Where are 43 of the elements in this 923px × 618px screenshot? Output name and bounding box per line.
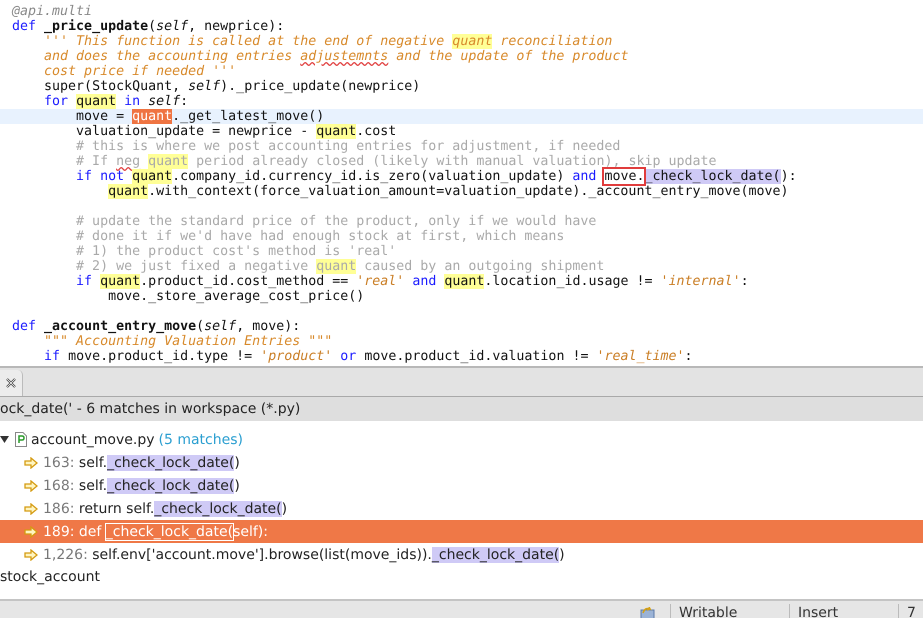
code-line: """ Accounting Valuation Entries """	[43, 334, 332, 349]
code-line: # 1) the product cost's method is 'real'	[75, 244, 396, 259]
folder-arrow-icon[interactable]	[640, 606, 656, 618]
code-line: if move.product_id.type != 'product' or move.product_id.valuation != 'real_time':	[43, 349, 693, 364]
search-view-tab[interactable]	[0, 370, 23, 396]
code-line: and does the accounting entries adjustemnts and the update of the product	[43, 49, 628, 64]
code-line: move = quant._get_latest_move()	[75, 109, 324, 124]
code-line: valuation_update = newprice - quant.cost	[75, 124, 396, 139]
code-line: quant.with_context(force_valuation_amount=valuation_update)._account_entry_move(move)	[107, 184, 789, 199]
status-text: Writable	[679, 604, 738, 618]
code-line: @api.multi	[12, 4, 92, 19]
file-icon	[15, 432, 27, 447]
code-line: cost price if needed '''	[43, 64, 236, 79]
arrow-icon	[24, 456, 38, 468]
status-text: 7	[907, 604, 916, 618]
search-result-row[interactable]: 1,226: self.env['account.move'].browse(list(move_ids))._check_lock_date()	[0, 543, 923, 566]
close-icon[interactable]	[5, 377, 17, 389]
code-line: for quant in self:	[43, 94, 188, 109]
expanded-triangle-icon[interactable]	[0, 435, 9, 444]
code-line: # 2) we just fixed a negative quant caused by an outgoing shipment	[75, 259, 604, 274]
file-name[interactable]: account_move.py	[31, 432, 154, 448]
status-text: Insert	[798, 604, 840, 618]
arrow-icon	[24, 502, 38, 514]
code-line: def _price_update(self, newprice):	[12, 19, 284, 34]
match-count: (5 matches)	[158, 432, 243, 448]
code-line: ''' This function is called at the end of negative quant reconciliation	[43, 34, 612, 49]
code-line: def _account_entry_move(self, move):	[12, 319, 300, 334]
project-name[interactable]: stock_account	[0, 566, 923, 589]
code-line: # If neg quant period already closed (likely with manual valuation), skip update	[75, 154, 717, 169]
search-summary: ock_date(' - 6 matches in workspace (*.py)	[0, 397, 923, 421]
arrow-icon	[24, 548, 38, 560]
arrow-icon	[24, 480, 38, 492]
code-line: # update the standard price of the product, only if we would have	[75, 214, 596, 229]
code-line: if not quant.company_id.currency_id.is_zero(valuation_update) and move._check_lock_date():	[75, 169, 797, 184]
code-line: move._store_average_cost_price()	[107, 289, 364, 304]
search-result-row[interactable]: 163: self._check_lock_date()	[0, 451, 923, 474]
arrow-icon	[24, 526, 38, 538]
code-line: super(StockQuant, self)._price_update(newprice)	[43, 79, 420, 94]
code-line: # this is where we post accounting entries for adjustment, if needed	[75, 139, 620, 154]
search-result-row[interactable]: 168: self._check_lock_date()	[0, 474, 923, 497]
code-line: if quant.product_id.cost_method == 'real' and quant.location_id.usage != 'internal':	[75, 274, 749, 289]
code-line: # done it if we'd have had enough stock at first, which means	[75, 229, 564, 244]
search-result-row[interactable]: 186: return self._check_lock_date()	[0, 497, 923, 520]
